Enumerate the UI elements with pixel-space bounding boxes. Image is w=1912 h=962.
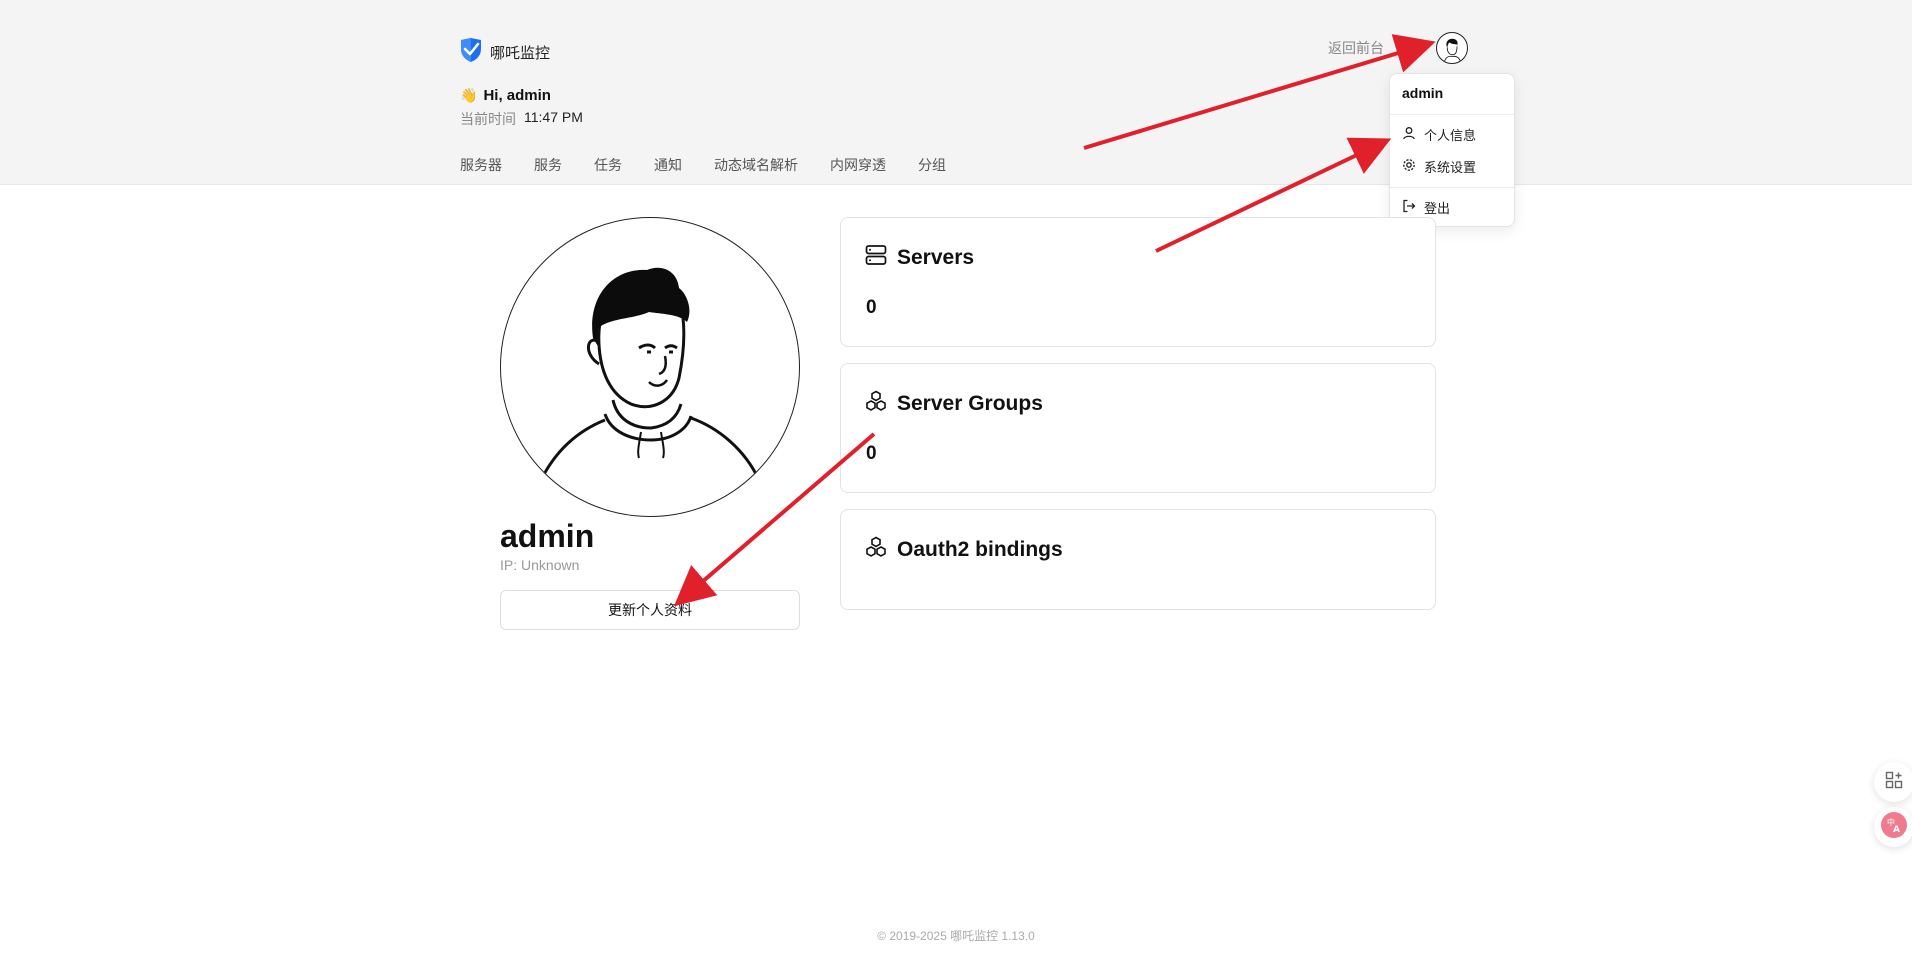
menu-item-profile-label: 个人信息 — [1424, 128, 1477, 143]
card-server-groups-label: Server Groups — [897, 392, 1043, 415]
user-avatar-illustration-icon — [539, 267, 761, 481]
brand[interactable]: 哪吒监控 — [460, 38, 550, 67]
dropdown-divider — [1390, 114, 1514, 115]
sun-icon[interactable] — [1402, 37, 1418, 59]
user-dropdown-menu: admin 个人信息 系统设置 登出 — [1389, 73, 1515, 227]
time-value: 11:47 PM — [524, 109, 583, 125]
greeting-text: Hi, admin — [483, 87, 551, 104]
card-oauth2-bindings: Oauth2 bindings — [840, 509, 1436, 610]
qr-code-float-button[interactable] — [1874, 762, 1912, 802]
cubes-icon — [865, 390, 887, 418]
menu-item-settings[interactable]: 系统设置 — [1402, 157, 1476, 176]
nav-item-services[interactable]: 服务 — [534, 155, 562, 175]
profile-panel: admin IP: Unknown 更新个人资料 — [500, 217, 800, 630]
wave-emoji-icon: 👋 — [460, 87, 478, 103]
profile-avatar — [500, 217, 800, 517]
card-oauth2-title: Oauth2 bindings — [865, 536, 1063, 564]
card-server-groups-value: 0 — [866, 443, 877, 464]
card-server-groups: Server Groups 0 — [840, 363, 1436, 493]
menu-item-logout[interactable]: 登出 — [1402, 198, 1450, 217]
qr-code-icon — [1885, 771, 1903, 794]
translate-icon: 中 A — [1881, 811, 1907, 843]
profile-name: admin — [500, 518, 595, 554]
nav-item-groups[interactable]: 分组 — [918, 155, 946, 175]
profile-ip: IP: Unknown — [500, 557, 580, 573]
nav-item-tasks[interactable]: 任务 — [594, 155, 622, 175]
update-profile-button[interactable]: 更新个人资料 — [500, 590, 800, 630]
nav-item-ddns[interactable]: 动态域名解析 — [714, 155, 798, 175]
menu-item-settings-label: 系统设置 — [1424, 160, 1477, 175]
time-label: 当前时间 — [460, 111, 516, 127]
cubes-icon — [865, 536, 887, 564]
card-servers-title: Servers — [865, 244, 974, 272]
greeting: 👋 Hi, admin — [460, 87, 551, 104]
menu-item-logout-label: 登出 — [1424, 201, 1451, 216]
card-server-groups-title: Server Groups — [865, 390, 1043, 418]
card-servers-label: Servers — [897, 246, 975, 269]
dropdown-divider — [1390, 187, 1514, 188]
brand-name: 哪吒监控 — [490, 45, 551, 62]
nav-item-notifications[interactable]: 通知 — [654, 155, 682, 175]
user-avatar-icon[interactable] — [1436, 32, 1468, 64]
card-servers-value: 0 — [866, 297, 877, 318]
card-servers: Servers 0 — [840, 217, 1436, 347]
logout-icon — [1402, 199, 1416, 216]
dropdown-username: admin — [1402, 85, 1444, 101]
translate-float-button[interactable]: 中 A — [1874, 807, 1912, 847]
menu-item-profile[interactable]: 个人信息 — [1402, 125, 1476, 144]
back-to-frontend-link[interactable]: 返回前台 — [1328, 38, 1384, 58]
server-icon — [865, 244, 887, 272]
footer-copyright: © 2019-2025 哪吒监控 1.13.0 — [877, 929, 1035, 943]
gear-icon — [1402, 158, 1416, 175]
user-icon — [1402, 126, 1416, 143]
nav-item-servers[interactable]: 服务器 — [460, 155, 502, 175]
nav-item-nat[interactable]: 内网穿透 — [830, 155, 886, 175]
current-time: 当前时间 11:47 PM — [460, 109, 583, 129]
top-header: 哪吒监控 👋 Hi, admin 当前时间 11:47 PM 服务器 服务 任务… — [0, 0, 1912, 185]
main-nav: 服务器 服务 任务 通知 动态域名解析 内网穿透 分组 — [460, 155, 946, 175]
svg-text:A: A — [1893, 825, 1900, 835]
card-oauth2-label: Oauth2 bindings — [897, 538, 1063, 561]
header-actions: 返回前台 — [1328, 32, 1468, 64]
shield-check-icon — [460, 38, 482, 67]
